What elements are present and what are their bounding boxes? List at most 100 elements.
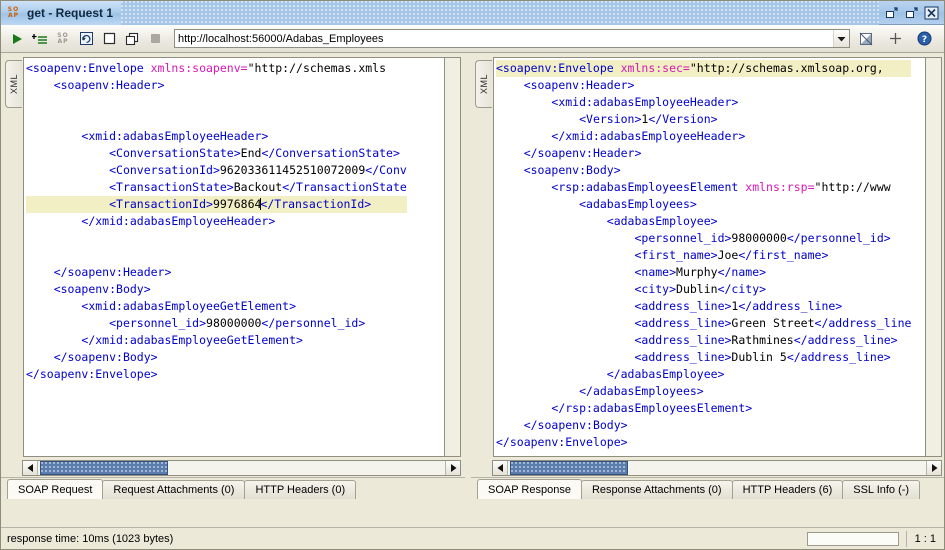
code-line: <rsp:adabasEmployeesElement xmlns:rsp="h… xyxy=(496,179,911,196)
code-token: <soapenv:Envelope xyxy=(496,61,621,75)
code-line: </xmid:adabasEmployeeHeader> xyxy=(496,128,911,145)
code-token: <personnel_id> xyxy=(634,231,732,245)
code-token: </address_line> xyxy=(793,333,898,347)
code-line: <first_name>Joe</first_name> xyxy=(496,247,911,264)
scroll-left-icon[interactable] xyxy=(23,461,38,475)
response-scroll-thumb[interactable] xyxy=(510,461,628,475)
code-line: <personnel_id>98000000</personnel_id> xyxy=(496,230,911,247)
response-vertical-scrollbar[interactable] xyxy=(926,57,942,457)
code-token: <soapenv:Body> xyxy=(523,163,621,177)
clear-button[interactable] xyxy=(99,29,119,49)
tab-request-attachments-0[interactable]: Request Attachments (0) xyxy=(102,480,246,499)
tab-response-attachments-0[interactable]: Response Attachments (0) xyxy=(580,480,733,499)
code-line: <city>Dublin</city> xyxy=(496,281,911,298)
endpoint-combobox[interactable] xyxy=(174,29,850,48)
maximize-window-button[interactable] xyxy=(903,5,919,20)
close-window-button[interactable] xyxy=(923,5,939,20)
scroll-left-icon[interactable] xyxy=(493,461,508,475)
soapui-request-window: SO AP get - Request 1 SO AP http://local… xyxy=(0,0,945,550)
code-token: "http://schemas.xmlsoap.org, xyxy=(689,61,884,75)
response-xml-editor[interactable]: <soapenv:Envelope xmlns:sec="http://sche… xyxy=(493,57,926,457)
tab-label: HTTP Headers (0) xyxy=(255,484,346,496)
tab-soap-request[interactable]: SOAP Request xyxy=(7,479,104,499)
response-tabs: SOAP Response Response Attachments (0) HTT… xyxy=(471,477,944,499)
request-scroll-track[interactable] xyxy=(38,461,445,475)
scroll-right-icon[interactable] xyxy=(926,461,941,475)
code-token: </personnel_id> xyxy=(786,231,891,245)
recreate-request-button[interactable] xyxy=(76,29,96,49)
code-token: xmlns:rsp= xyxy=(745,180,815,194)
tab-http-headers-0[interactable]: HTTP Headers (0) xyxy=(244,480,357,499)
tab-soap-response[interactable]: SOAP Response xyxy=(477,479,582,499)
plus-icon[interactable] xyxy=(885,29,905,49)
response-horizontal-scrollbar[interactable] xyxy=(492,460,942,476)
code-token: <ConversationState> xyxy=(109,146,241,160)
code-token: 9976864 xyxy=(212,197,262,211)
code-token: <address_line> xyxy=(634,299,732,313)
endpoint-input[interactable] xyxy=(175,30,833,47)
code-line: </soapenv:Envelope> xyxy=(26,366,407,383)
request-xml-editor[interactable]: <soapenv:Envelope xmlns:soapenv="http://… xyxy=(23,57,445,457)
request-toolbar: SO AP http://localhost:56000/Adabas_Empl… xyxy=(1,25,944,53)
code-line: <address_line>Dublin 5</address_line> xyxy=(496,349,911,366)
code-line: <soapenv:Body> xyxy=(26,281,407,298)
svg-text:?: ? xyxy=(921,35,926,45)
code-token: Backout xyxy=(233,180,283,194)
request-horizontal-scrollbar[interactable] xyxy=(22,460,461,476)
help-icon[interactable]: ? xyxy=(914,29,934,49)
response-hscroll-row xyxy=(492,459,942,477)
code-token: </TransactionState xyxy=(282,180,407,194)
restore-window-button[interactable] xyxy=(883,5,899,20)
code-token: </soapenv:Header> xyxy=(523,146,642,160)
tab-http-headers-6[interactable]: HTTP Headers (6) xyxy=(731,480,844,499)
code-token: 98000000 xyxy=(206,316,262,330)
code-line: </adabasEmployees> xyxy=(496,383,911,400)
code-line: <address_line>Green Street</address_line xyxy=(496,315,911,332)
request-response-split: XML <soapenv:Envelope xmlns:soapenv="htt… xyxy=(1,53,944,499)
code-token: </Conv xyxy=(365,163,407,177)
code-line: </soapenv:Body> xyxy=(26,349,407,366)
code-line: <soapenv:Header> xyxy=(26,77,407,94)
response-xml-tab[interactable]: XML xyxy=(475,60,492,108)
code-line: </xmid:adabasEmployeeHeader> xyxy=(26,213,407,230)
request-xml-content: <soapenv:Envelope xmlns:soapenv="http://… xyxy=(24,58,407,383)
code-token: End xyxy=(240,146,262,160)
clone-request-button[interactable] xyxy=(122,29,142,49)
soap-ws-a-button[interactable]: SO AP xyxy=(53,29,73,49)
code-token: </rsp:adabasEmployeesElement> xyxy=(551,401,753,415)
code-token: <xmid:adabasEmployeeHeader> xyxy=(551,95,739,109)
filter-icon[interactable] xyxy=(856,29,876,49)
add-assertion-button[interactable] xyxy=(30,29,50,49)
code-token: "http://www xyxy=(814,180,891,194)
cancel-request-button[interactable] xyxy=(145,29,165,49)
status-ratio: 1 : 1 xyxy=(905,530,944,547)
code-token: <adabasEmployee> xyxy=(606,214,718,228)
scroll-right-icon[interactable] xyxy=(445,461,460,475)
code-token: </personnel_id> xyxy=(261,316,366,330)
request-xml-tab[interactable]: XML xyxy=(5,60,22,108)
code-token: </soapenv:Header> xyxy=(53,265,172,279)
code-line: <personnel_id>98000000</personnel_id> xyxy=(26,315,407,332)
code-line: <xmid:adabasEmployeeHeader> xyxy=(26,128,407,145)
tab-ssl-info[interactable]: SSL Info (-) xyxy=(842,480,921,499)
code-token: </ConversationState> xyxy=(261,146,400,160)
code-token: <adabasEmployees> xyxy=(579,197,697,211)
code-token: <xmid:adabasEmployeeGetElement> xyxy=(81,299,297,313)
request-scroll-thumb[interactable] xyxy=(40,461,168,475)
response-scroll-track[interactable] xyxy=(508,461,926,475)
code-token: </soapenv:Body> xyxy=(523,418,628,432)
chevron-down-icon[interactable] xyxy=(833,30,849,47)
titlebar-drag-area[interactable] xyxy=(121,1,879,25)
code-token: <soapenv:Envelope xyxy=(26,61,151,75)
request-vertical-scrollbar[interactable] xyxy=(445,57,461,457)
code-line: <adabasEmployees> xyxy=(496,196,911,213)
code-line: <soapenv:Envelope xmlns:sec="http://sche… xyxy=(496,60,912,77)
window-titlebar: SO AP get - Request 1 xyxy=(1,1,944,25)
code-line: <xmid:adabasEmployeeHeader> xyxy=(496,94,911,111)
code-token: </address_line> xyxy=(786,350,891,364)
response-xml-content: <soapenv:Envelope xmlns:sec="http://sche… xyxy=(494,58,912,451)
code-token: Rathmines xyxy=(731,333,794,347)
code-line: <adabasEmployee> xyxy=(496,213,911,230)
submit-request-button[interactable] xyxy=(7,29,27,49)
